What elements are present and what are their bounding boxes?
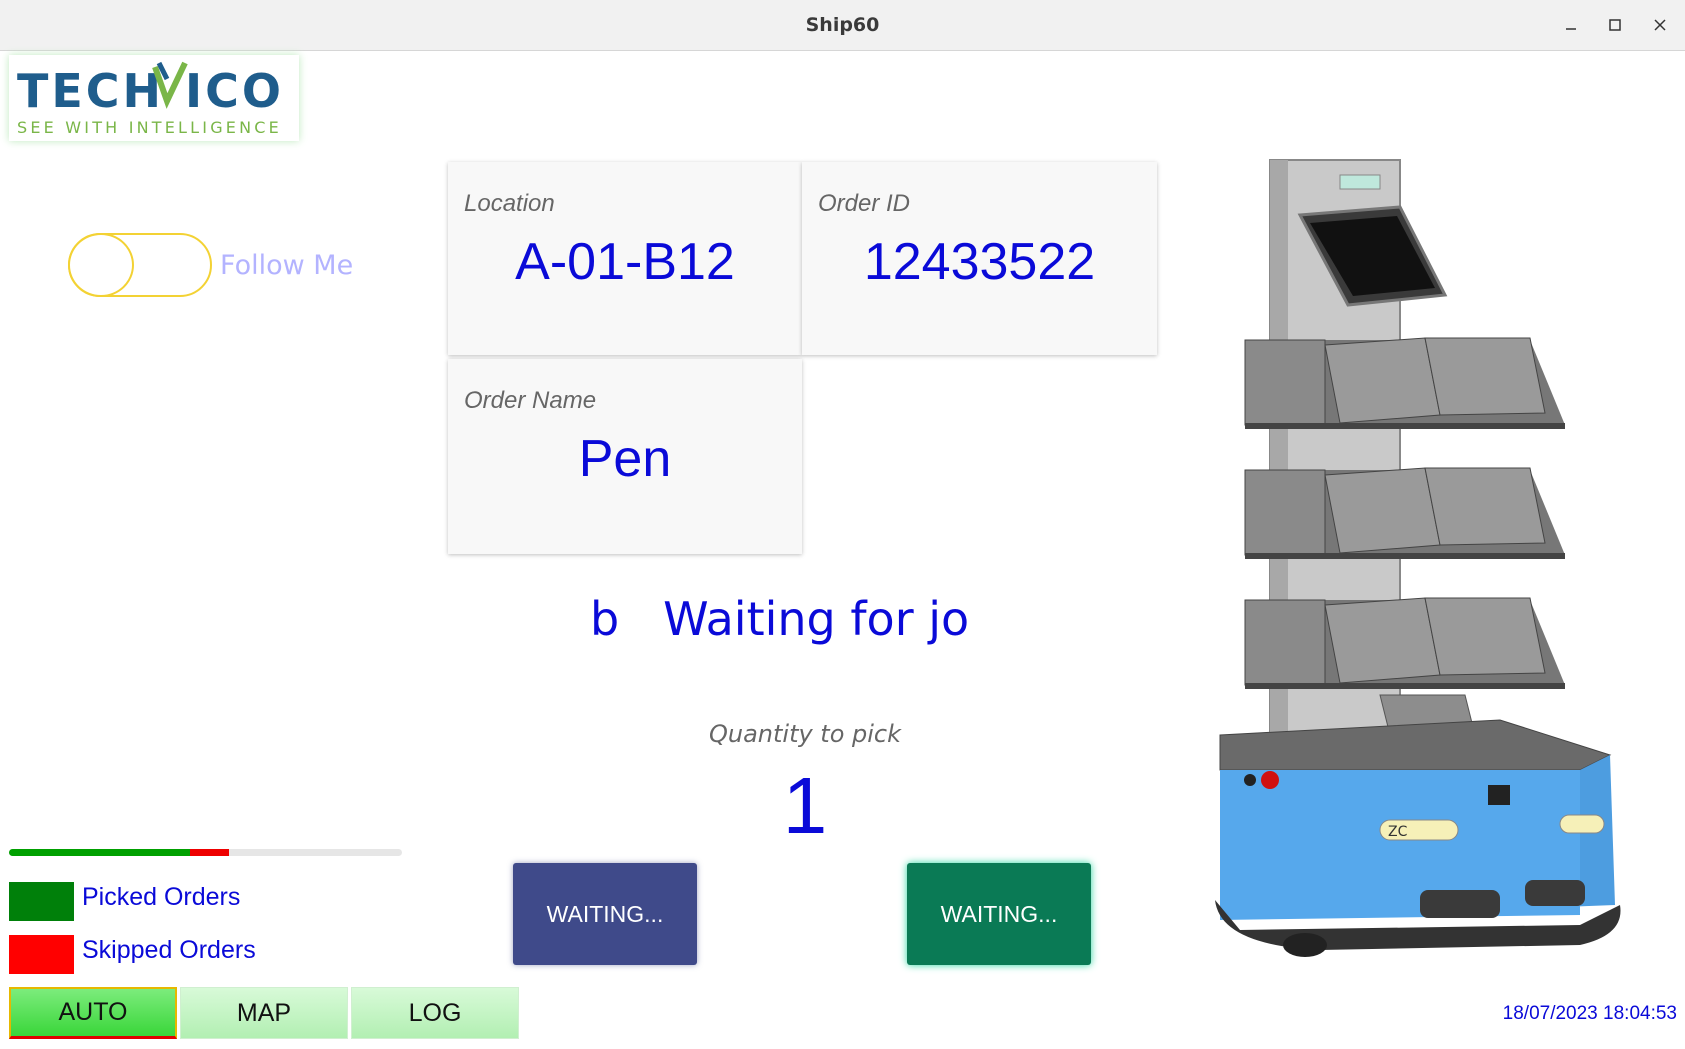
robot-illustration: ZC bbox=[1200, 155, 1630, 975]
picked-orders-swatch bbox=[9, 882, 74, 921]
follow-me-toggle[interactable] bbox=[68, 233, 212, 297]
order-id-value: 12433522 bbox=[863, 233, 1096, 291]
skipped-orders-swatch bbox=[9, 935, 74, 974]
order-name-value: Pen bbox=[578, 430, 672, 488]
picked-progress-fill bbox=[9, 849, 190, 856]
order-id-card: Order ID 12433522 bbox=[802, 162, 1157, 355]
location-value: A-01-B12 bbox=[515, 233, 735, 291]
svg-text:ICO: ICO bbox=[185, 64, 284, 118]
quantity-label: Quantity to pick bbox=[708, 720, 902, 748]
status-message: b Waiting for jo bbox=[590, 592, 970, 646]
window-title: Ship60 bbox=[805, 14, 880, 36]
minimize-icon[interactable] bbox=[1556, 10, 1586, 40]
location-card: Location A-01-B12 bbox=[448, 162, 802, 355]
tab-auto[interactable]: AUTO bbox=[9, 987, 177, 1039]
tab-log[interactable]: LOG bbox=[351, 987, 519, 1039]
orders-progress-bar bbox=[9, 849, 402, 856]
svg-text:TECH: TECH bbox=[17, 64, 164, 118]
order-id-label: Order ID bbox=[818, 190, 911, 217]
title-bar: Ship60 bbox=[0, 0, 1685, 51]
waiting-button-right[interactable]: WAITING... bbox=[907, 863, 1091, 965]
close-icon[interactable] bbox=[1645, 10, 1675, 40]
svg-text:SEE WITH INTELLIGENCE: SEE WITH INTELLIGENCE bbox=[17, 118, 282, 137]
tab-map[interactable]: MAP bbox=[180, 987, 348, 1039]
robot-zc-label: ZC bbox=[1388, 824, 1408, 840]
follow-me-label: Follow Me bbox=[220, 250, 354, 281]
app-window: Ship60 TECH ICO SEE WITH INTELLIGENCE Fo… bbox=[0, 0, 1685, 1049]
techvico-logo: TECH ICO SEE WITH INTELLIGENCE bbox=[9, 55, 299, 141]
maximize-icon[interactable] bbox=[1600, 10, 1630, 40]
datetime-display: 18/07/2023 18:04:53 bbox=[1502, 1003, 1677, 1024]
quantity-value: 1 bbox=[782, 761, 828, 850]
location-label: Location bbox=[464, 190, 555, 217]
skipped-progress-fill bbox=[190, 849, 229, 856]
skipped-orders-label: Skipped Orders bbox=[82, 936, 256, 964]
picked-orders-label: Picked Orders bbox=[82, 883, 241, 911]
toggle-knob[interactable] bbox=[68, 233, 134, 297]
order-name-card: Order Name Pen bbox=[448, 359, 802, 554]
order-name-label: Order Name bbox=[464, 387, 597, 414]
waiting-button-left[interactable]: WAITING... bbox=[513, 863, 697, 965]
